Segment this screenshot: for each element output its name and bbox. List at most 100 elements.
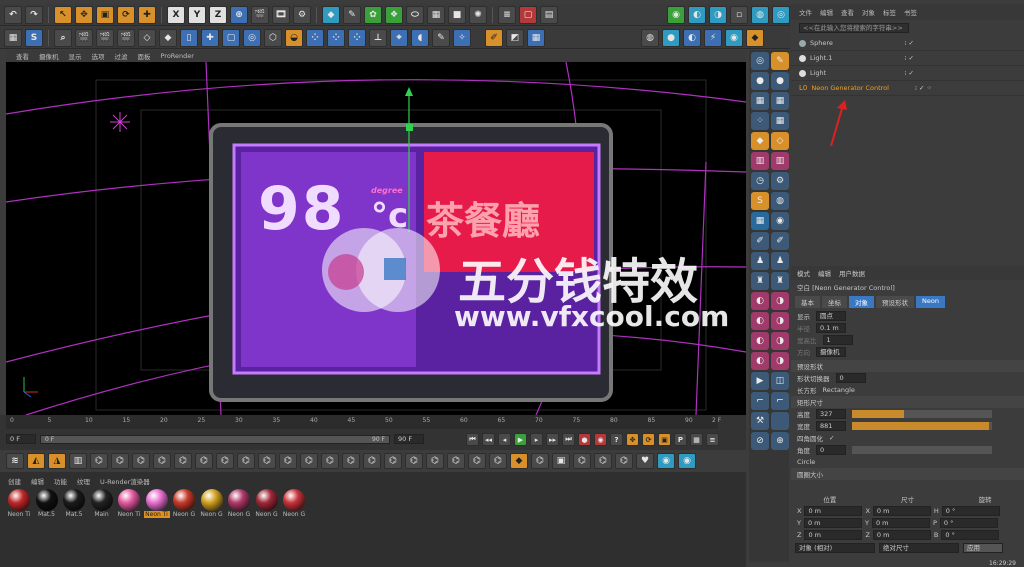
material-item[interactable]: Neon G <box>254 489 280 518</box>
layout-menu-icon[interactable]: ≡ <box>498 5 516 24</box>
pen-a-icon[interactable]: ✐ <box>751 232 769 250</box>
mask-h-icon[interactable]: ◑ <box>771 352 789 370</box>
character-b-icon[interactable]: ♟ <box>771 252 789 270</box>
viewport-menu-panel[interactable]: 面板 <box>138 51 151 61</box>
effector-i-icon[interactable]: ⌬ <box>258 453 276 469</box>
coord-position-field[interactable]: 0 m <box>804 506 863 516</box>
render-view-icon[interactable]: 🎬 <box>251 5 269 24</box>
play-icon[interactable]: ▶ <box>514 433 527 446</box>
texture-mode-icon[interactable]: ◒ <box>285 28 303 47</box>
object-row-light1[interactable]: Light.1 ⁝ ✓ <box>791 51 1024 66</box>
x-axis-button[interactable]: X <box>167 5 185 24</box>
round-checkbox[interactable]: ✓ <box>829 434 834 442</box>
spline-pen-icon[interactable]: ✎ <box>343 5 361 24</box>
undo-icon[interactable]: ↶ <box>4 5 22 24</box>
plugin-g-icon[interactable]: ◍ <box>641 28 659 47</box>
keyframe-help-icon[interactable]: ? <box>610 433 623 446</box>
layout-panel-icon[interactable]: ▤ <box>540 5 558 24</box>
key-param-icon[interactable]: P <box>674 433 687 446</box>
next-key-icon[interactable]: ▸▸ <box>546 433 559 446</box>
visibility-icon[interactable]: ⁝ ✓ ⁘ <box>915 84 932 92</box>
texture-tag-icon[interactable]: ◩ <box>506 28 524 47</box>
solo-icon[interactable]: ◖ <box>411 28 429 47</box>
cube-orange-icon[interactable]: ◆ <box>751 132 769 150</box>
layout-switch-icon[interactable]: ▢ <box>519 5 537 24</box>
move-tool-icon[interactable]: ✥ <box>75 5 93 24</box>
effector-n-icon[interactable]: ⌬ <box>363 453 381 469</box>
object-menu-file[interactable]: 文件 <box>799 7 812 17</box>
rect-section-header[interactable]: 矩形尺寸 <box>791 396 1024 408</box>
qr-icon[interactable]: ▦ <box>751 212 769 230</box>
effector-p-icon[interactable]: ⌬ <box>405 453 423 469</box>
mask-b-icon[interactable]: ◑ <box>771 292 789 310</box>
material-item[interactable]: Neon G <box>281 489 307 518</box>
material-menu-function[interactable]: 功能 <box>54 476 67 486</box>
preset-section-header[interactable]: 预设形状 <box>791 360 1024 372</box>
plugin-k-icon[interactable]: ◉ <box>725 28 743 47</box>
height-slider[interactable] <box>852 410 992 418</box>
blob-a-icon[interactable]: ● <box>751 72 769 90</box>
mask-g-icon[interactable]: ◐ <box>751 352 769 370</box>
effector-t-icon[interactable]: ⌬ <box>489 453 507 469</box>
corner-field[interactable]: 0 <box>816 445 846 455</box>
effector-x-icon[interactable]: ⌬ <box>594 453 612 469</box>
grid-icon[interactable]: ▦ <box>4 28 22 47</box>
object-menu-view[interactable]: 查看 <box>841 7 854 17</box>
clapper-c-icon[interactable]: 🎬 <box>117 28 135 47</box>
coord-position-field[interactable]: 0 m <box>804 530 863 540</box>
coord-size-field[interactable]: 0 m <box>871 518 930 528</box>
end-frame-field[interactable]: 90 F <box>394 434 424 444</box>
brick-icon[interactable]: ▥ <box>751 152 769 170</box>
viewport-menu-view[interactable]: 查看 <box>16 51 29 61</box>
plugin-f-icon[interactable]: ◎ <box>772 5 790 24</box>
floor-icon[interactable]: ▦ <box>427 5 445 24</box>
split-icon[interactable]: ◫ <box>771 372 789 390</box>
coord-rotation-field[interactable]: 0 ° <box>941 506 1000 516</box>
effector-s-icon[interactable]: ⌬ <box>468 453 486 469</box>
material-item[interactable]: Neon G <box>199 489 225 518</box>
timeline-range-bar[interactable]: 0 F 90 F <box>40 434 390 444</box>
sphere-dots-icon[interactable]: ◍ <box>771 192 789 210</box>
z-axis-button[interactable]: Z <box>209 5 227 24</box>
next-frame-icon[interactable]: ▸ <box>530 433 543 446</box>
mesh-icon[interactable]: ▦ <box>527 28 545 47</box>
object-row-neon-control[interactable]: L0 Neon Generator Control ⁝ ✓ ⁘ <box>791 81 1024 96</box>
lathe-icon[interactable]: ▥ <box>69 453 87 469</box>
material-item[interactable]: Neon Ti <box>6 489 32 518</box>
paint-brush-icon[interactable]: ✎ <box>771 52 789 70</box>
array-icon[interactable]: ❖ <box>385 5 403 24</box>
corner-slider[interactable] <box>852 446 992 454</box>
plugin-d-icon[interactable]: ▫ <box>730 5 748 24</box>
character-d-icon[interactable]: ♜ <box>771 272 789 290</box>
material-item[interactable]: Main <box>89 489 115 518</box>
record-icon[interactable]: ● <box>578 433 591 446</box>
effector-m-icon[interactable]: ⌬ <box>342 453 360 469</box>
subdivision-icon[interactable]: ✿ <box>364 5 382 24</box>
plugin-a-icon[interactable]: ◉ <box>667 5 685 24</box>
coord-size-field[interactable]: 0 m <box>872 530 931 540</box>
attr-menu-userdata[interactable]: 用户数据 <box>839 268 865 278</box>
orientation-select[interactable]: 摄像机 <box>816 347 846 357</box>
viewport[interactable]: 98 degree °c 茶餐廳 五分钱特效 www.vfxcool.com <box>6 62 746 415</box>
prev-key-icon[interactable]: ◂◂ <box>482 433 495 446</box>
effector-w-icon[interactable]: ⌬ <box>573 453 591 469</box>
brick-b-icon[interactable]: ▥ <box>771 152 789 170</box>
material-menu-texture[interactable]: 纹理 <box>77 476 90 486</box>
effector-r-icon[interactable]: ⌬ <box>447 453 465 469</box>
heart-icon[interactable]: ♥ <box>636 453 654 469</box>
uv-mode-icon[interactable]: ⬡ <box>264 28 282 47</box>
lattice-icon[interactable]: ▦ <box>771 92 789 110</box>
effector-v-icon[interactable]: ⌬ <box>531 453 549 469</box>
render-picture-viewer-icon[interactable]: 🎞 <box>272 5 290 24</box>
object-menu-edit[interactable]: 编辑 <box>820 7 833 17</box>
object-row-sphere[interactable]: Sphere ⁝ ✓ <box>791 36 1024 51</box>
material-menu-create[interactable]: 创建 <box>8 476 21 486</box>
tab-neon[interactable]: Neon <box>916 296 945 308</box>
attr-menu-mode[interactable]: 模式 <box>797 268 810 278</box>
object-mode-icon[interactable]: ◆ <box>159 28 177 47</box>
pipe-b-icon[interactable]: ⌐ <box>771 392 789 410</box>
clapper-a-icon[interactable]: 🎬 <box>75 28 93 47</box>
key-scale-icon[interactable]: ▣ <box>658 433 671 446</box>
polygons-mode-icon[interactable]: ◎ <box>243 28 261 47</box>
add-circle-icon[interactable]: ⊕ <box>771 432 789 450</box>
